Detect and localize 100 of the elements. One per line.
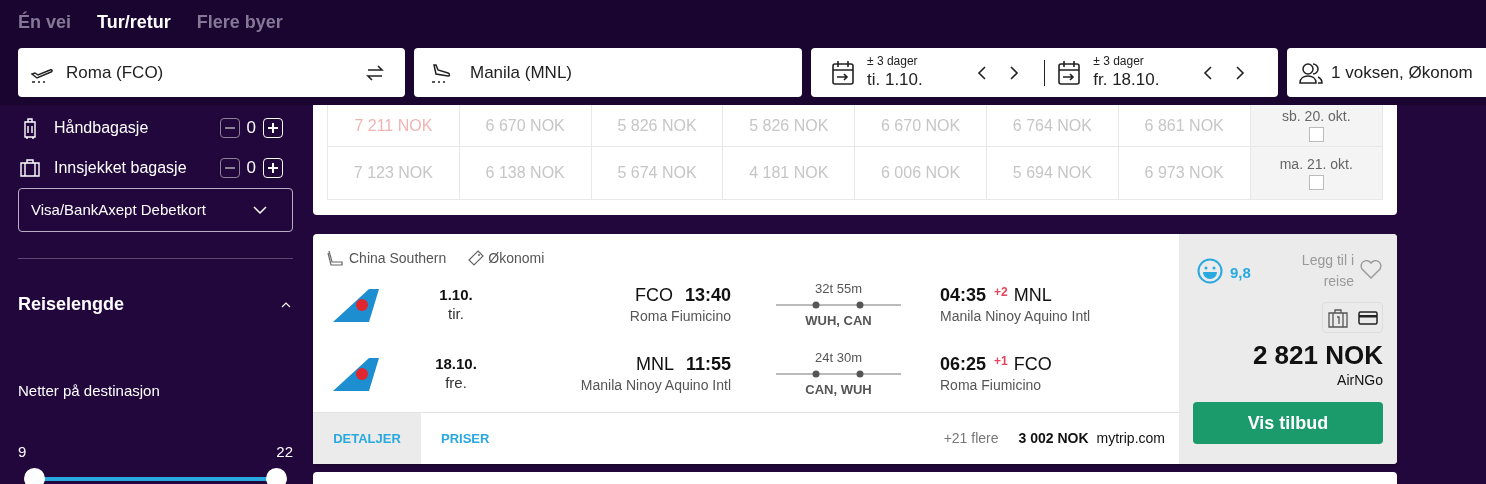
day-offset: +1 <box>994 352 1008 369</box>
arrival-airport: Roma Fiumicino <box>940 376 1043 396</box>
date-checkbox[interactable] <box>1308 127 1324 142</box>
price-grid-cell[interactable]: 4 181 NOK <box>723 147 856 199</box>
passenger-field[interactable]: 1 voksen, Økonom <box>1287 48 1486 97</box>
price-grid-cell[interactable]: 6 861 NOK <box>1118 105 1251 146</box>
more-offers-link[interactable]: +21 flere <box>943 428 999 449</box>
date-value[interactable]: fr. 18.10. <box>1093 69 1160 91</box>
leg-date: 1.10. <box>439 285 473 305</box>
date-value[interactable]: ti. 1.10. <box>867 69 923 91</box>
departure-time: 13:40 <box>684 283 731 307</box>
alternative-provider: mytrip.com <box>1096 429 1165 448</box>
tag-icon <box>468 250 485 266</box>
decrease-button[interactable] <box>219 158 240 178</box>
people-icon <box>1299 61 1323 84</box>
price-grid-cell[interactable]: 6 670 NOK <box>459 105 592 146</box>
price-grid-cell[interactable]: 5 826 NOK <box>723 105 856 146</box>
stops-line-icon <box>776 300 901 309</box>
slider-min-value: 9 <box>18 441 27 462</box>
tail-logo-icon <box>333 356 379 391</box>
flight-duration: 24t 30m <box>815 349 862 367</box>
price-grid-cell[interactable]: 7 123 NOK <box>328 147 460 199</box>
trip-type-tab[interactable]: Tur/retur <box>97 8 171 36</box>
dropdown-chevron-icon <box>252 205 268 215</box>
increase-button[interactable] <box>263 158 283 178</box>
slider-max-value: 22 <box>276 441 293 462</box>
increase-button[interactable] <box>263 118 283 138</box>
smiley-icon <box>1197 258 1223 284</box>
flex-days-label: ± 3 dager <box>1093 54 1145 70</box>
baggage-label: Håndbagasje <box>54 118 149 138</box>
previous-date-icon[interactable] <box>975 64 988 81</box>
return-date-label: ma. 21. okt. <box>1279 156 1353 171</box>
arrival-code: FCO <box>1013 352 1052 376</box>
decrease-button[interactable] <box>219 118 240 138</box>
slider-thumb[interactable] <box>266 468 287 484</box>
stopover-airports: CAN, WUH <box>805 380 872 399</box>
view-offer-button[interactable]: Vis tilbud <box>1193 402 1383 444</box>
destination-field[interactable]: Manila (MNL) <box>414 48 802 97</box>
offer-price: 2 821 NOK <box>1252 339 1383 372</box>
swap-icon[interactable] <box>365 62 385 83</box>
offer-provider: AirNGo <box>1337 371 1383 389</box>
date-checkbox[interactable] <box>1308 174 1324 190</box>
calendar-icon <box>831 59 855 86</box>
arrival-time: 04:35 <box>940 283 987 307</box>
airline-name: China Southern <box>349 248 447 268</box>
arrival-time: 06:25 <box>940 352 987 376</box>
carry-on-bag-icon <box>1327 307 1348 328</box>
next-date-icon[interactable] <box>1234 64 1246 81</box>
calendar-icon <box>1057 59 1082 86</box>
date-field[interactable]: ± 3 dager ti. 1.10. ± 3 dager fr. 18.10. <box>811 48 1278 97</box>
collapse-caret-icon[interactable] <box>281 301 291 308</box>
passenger-value: 1 voksen, Økonom <box>1331 61 1473 84</box>
arrival-code: MNL <box>1013 283 1052 307</box>
alternative-price: 3 002 NOK <box>1018 429 1089 448</box>
arrival-airport: Manila Ninoy Aquino Intl <box>940 307 1091 327</box>
price-grid-cell[interactable]: 6 138 NOK <box>459 147 592 199</box>
section-heading: Reiselengde <box>18 293 125 316</box>
payment-dropdown[interactable]: Visa/BankAxept Debetkort <box>18 188 293 232</box>
departure-time: 11:55 <box>685 352 731 376</box>
price-grid-cell[interactable]: 7 211 NOK <box>328 105 460 146</box>
trip-type-tab[interactable]: Én vei <box>18 8 72 36</box>
slider-thumb[interactable] <box>24 468 45 484</box>
trip-type-tab[interactable]: Flere byer <box>196 8 283 36</box>
day-offset: +2 <box>994 283 1008 300</box>
departure-airport: Roma Fiumicino <box>629 307 731 327</box>
baggage-count: 0 <box>246 157 256 180</box>
return-date-label: sb. 20. okt. <box>1282 109 1351 123</box>
suitcase-icon <box>19 157 41 179</box>
next-date-icon[interactable] <box>1007 64 1020 81</box>
credit-card-icon <box>1357 309 1378 326</box>
departure-code: MNL <box>635 352 674 376</box>
add-to-trip-link[interactable]: Legg til i reise <box>1290 250 1354 292</box>
cabin-class: Økonomi <box>488 248 545 268</box>
price-grid-cell[interactable]: 6 973 NOK <box>1118 147 1251 199</box>
stops-line-icon <box>776 369 901 378</box>
previous-date-icon[interactable] <box>1202 64 1214 81</box>
flight-duration: 32t 55m <box>815 280 862 298</box>
rating-score: 9,8 <box>1230 263 1251 283</box>
origin-field[interactable]: Roma (FCO) <box>18 48 405 97</box>
origin-value: Roma (FCO) <box>66 61 164 84</box>
baggage-label: Innsjekket bagasje <box>54 158 187 178</box>
result-tab[interactable]: DETALJER <box>313 413 421 464</box>
price-grid-cell[interactable]: 6 670 NOK <box>855 105 987 146</box>
leg-date: 18.10. <box>435 354 477 374</box>
price-grid-cell[interactable]: 5 694 NOK <box>987 147 1119 199</box>
price-grid-cell[interactable]: 5 674 NOK <box>591 147 724 199</box>
departure-airport: Manila Ninoy Aquino Intl <box>580 376 731 396</box>
stopover-airports: WUH, CAN <box>805 311 872 330</box>
leg-weekday: fre. <box>445 373 467 393</box>
flex-days-label: ± 3 dager <box>867 54 919 70</box>
leg-weekday: tir. <box>448 304 464 324</box>
tail-logo-icon <box>333 287 379 322</box>
baggage-count: 0 <box>246 117 256 140</box>
departure-code: FCO <box>634 283 673 307</box>
price-grid-cell[interactable]: 5 826 NOK <box>591 105 724 146</box>
price-grid-cell[interactable]: 6 764 NOK <box>987 105 1119 146</box>
price-grid-cell[interactable]: 6 006 NOK <box>855 147 987 199</box>
filter-label: Netter på destinasjon <box>18 381 160 401</box>
seat-icon <box>327 250 343 266</box>
destination-value: Manila (MNL) <box>470 61 573 84</box>
